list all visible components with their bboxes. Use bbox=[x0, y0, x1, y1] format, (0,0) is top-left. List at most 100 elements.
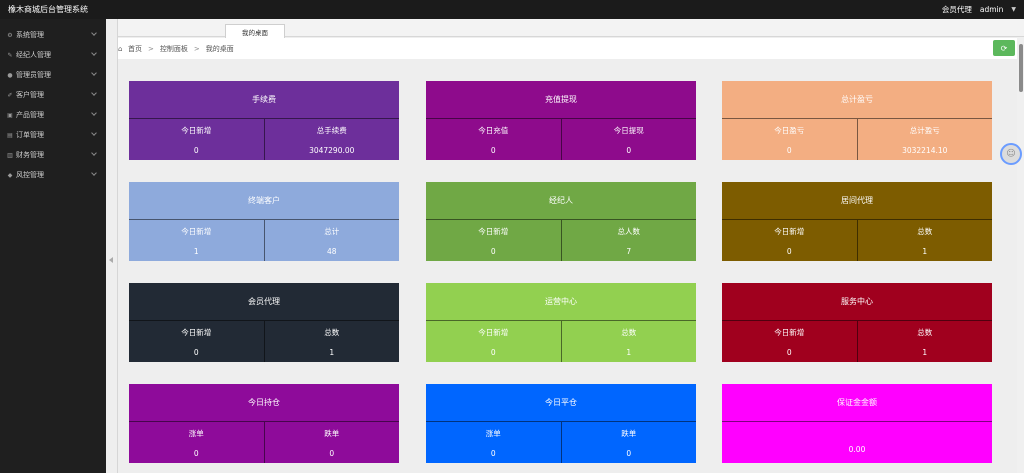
stat-card: 充值提现 今日充值 0 今日提现 0 bbox=[426, 81, 696, 160]
stat-value: 0 bbox=[786, 347, 792, 357]
stat-value: 3032214.10 bbox=[902, 145, 948, 155]
stat-card: 终端客户 今日新增 1 总计 48 bbox=[129, 182, 399, 261]
sidebar-item[interactable]: ✎ 经纪人管理 bbox=[0, 45, 106, 65]
chevron-down-icon[interactable] bbox=[91, 90, 97, 96]
stat-label: 涨单 bbox=[188, 428, 204, 438]
stat-card-title: 运营中心 bbox=[426, 283, 696, 321]
stat-value: 0.00 bbox=[848, 445, 866, 454]
stat-label: 今日新增 bbox=[478, 327, 509, 337]
stat-column: 总数 1 bbox=[263, 321, 400, 362]
stat-column: 今日新增 0 bbox=[722, 321, 857, 362]
stat-column: 今日新增 0 bbox=[129, 119, 264, 160]
stat-column: 总手续费 3047290.00 bbox=[263, 119, 400, 160]
dashboard-content: 手续费 今日新增 0 总手续费 3047290.00 充值提现 今日充值 0 今日提现 0 总计盈亏… bbox=[118, 59, 1017, 473]
stat-label: 总数 bbox=[917, 226, 933, 236]
stat-value: 0 bbox=[490, 448, 496, 458]
scrollbar-track[interactable] bbox=[1017, 37, 1024, 473]
scrollbar-thumb[interactable] bbox=[1019, 44, 1023, 92]
app-title: 橡木商城后台管理系统 bbox=[8, 5, 88, 14]
stat-value: 3047290.00 bbox=[309, 145, 355, 155]
sidebar-item[interactable]: ▥ 财务管理 bbox=[0, 145, 106, 165]
stat-card-title: 今日持仓 bbox=[129, 384, 399, 422]
stat-column: 涨单 0 bbox=[129, 422, 264, 463]
tab-my-desktop[interactable]: 我的桌面 bbox=[225, 24, 285, 38]
stat-label: 今日盈亏 bbox=[774, 125, 805, 135]
sidebar-item[interactable]: ◆ 风控管理 bbox=[0, 165, 106, 185]
stat-value: 0 bbox=[490, 246, 496, 256]
stat-label: 今日新增 bbox=[478, 226, 509, 236]
stat-card: 总计盈亏 今日盈亏 0 总计盈亏 3032214.10 bbox=[722, 81, 992, 160]
sidebar-item[interactable]: ● 管理员管理 bbox=[0, 65, 106, 85]
stat-column: 今日盈亏 0 bbox=[722, 119, 857, 160]
stat-label: 总数 bbox=[917, 327, 933, 337]
refresh-icon: ⟳ bbox=[1000, 43, 1008, 53]
stat-label: 跌单 bbox=[324, 428, 340, 438]
stat-card: 保证金金额 0.00 bbox=[722, 384, 992, 463]
chevron-down-icon[interactable] bbox=[91, 70, 97, 76]
stat-label: 总人数 bbox=[617, 226, 641, 236]
stat-card-title: 总计盈亏 bbox=[722, 81, 992, 119]
stat-value: 0 bbox=[193, 145, 199, 155]
sidebar-item-label: 客户管理 bbox=[16, 91, 44, 99]
sidebar-item[interactable]: ▤ 订单管理 bbox=[0, 125, 106, 145]
user-menu[interactable]: 会员代理 admin ▼ bbox=[942, 4, 1016, 15]
stat-label: 总计 bbox=[324, 226, 340, 236]
stat-value: 0 bbox=[329, 448, 335, 458]
gear-icon: ⚙ bbox=[7, 31, 13, 39]
stat-label: 今日新增 bbox=[774, 226, 805, 236]
book-icon: ▥ bbox=[7, 151, 13, 159]
stat-column: 总数 1 bbox=[856, 321, 993, 362]
breadcrumb-current: 我的桌面 bbox=[205, 44, 234, 53]
stat-card: 会员代理今日新增 0 总数 1 bbox=[129, 283, 399, 362]
breadcrumb-control-panel[interactable]: 控制面板 bbox=[160, 44, 188, 54]
stat-card: 服务中心 今日新增 0 总数 1 bbox=[722, 283, 992, 362]
sidebar-item-label: 风控管理 bbox=[16, 171, 44, 179]
sidebar-item-label: 系统管理 bbox=[16, 31, 44, 39]
stat-card: 居间代理 今日新增 0 总数 1 bbox=[722, 182, 992, 261]
stat-value: 0 bbox=[626, 448, 632, 458]
stat-value: 0 bbox=[626, 145, 632, 155]
stat-value: 0 bbox=[193, 347, 199, 357]
stat-value: 1 bbox=[922, 246, 928, 256]
stat-value: 48 bbox=[326, 246, 337, 256]
stat-card-title: 今日平仓 bbox=[426, 384, 696, 422]
stat-card: 经纪人 今日新增 0 总人数 7 bbox=[426, 182, 696, 261]
chevron-down-icon[interactable] bbox=[91, 130, 97, 136]
support-avatar[interactable]: ☺ bbox=[1000, 143, 1022, 165]
chevron-down-icon[interactable] bbox=[91, 150, 97, 156]
sidebar-item-label: 管理员管理 bbox=[16, 71, 51, 79]
stat-column: 总计盈亏 3032214.10 bbox=[856, 119, 993, 160]
sidebar-item[interactable]: ⚙ 系统管理 bbox=[0, 25, 106, 45]
chevron-down-icon[interactable] bbox=[91, 30, 97, 36]
sidebar-collapse-strip[interactable] bbox=[106, 19, 118, 473]
stat-column: 今日新增 0 bbox=[426, 220, 561, 261]
stat-column: 总数 1 bbox=[856, 220, 993, 261]
chevron-down-icon[interactable] bbox=[91, 110, 97, 116]
stat-label: 今日新增 bbox=[181, 327, 212, 337]
refresh-button[interactable]: ⟳ bbox=[993, 40, 1015, 56]
breadcrumb-separator: > bbox=[193, 44, 200, 53]
sidebar-item-label: 产品管理 bbox=[16, 111, 44, 119]
stat-card-title: 保证金金额 bbox=[722, 384, 992, 422]
user-name[interactable]: admin bbox=[980, 5, 1004, 14]
stat-card: 今日平仓 涨单 0 跌单 0 bbox=[426, 384, 696, 463]
stat-label: 总数 bbox=[324, 327, 340, 337]
stat-card-title: 经纪人 bbox=[426, 182, 696, 220]
chevron-down-icon[interactable]: ▼ bbox=[1011, 6, 1016, 13]
chevron-down-icon[interactable] bbox=[91, 170, 97, 176]
sidebar-item[interactable]: ✐ 客户管理 bbox=[0, 85, 106, 105]
stat-column: 跌单 0 bbox=[263, 422, 400, 463]
stat-card-title: 充值提现 bbox=[426, 81, 696, 119]
stat-card-title: 居间代理 bbox=[722, 182, 992, 220]
stat-label: 总数 bbox=[621, 327, 637, 337]
chevron-down-icon[interactable] bbox=[91, 50, 97, 56]
stat-card-title: 会员代理 bbox=[129, 283, 399, 321]
stat-card: 运营中心 今日新增 0 总数 1 bbox=[426, 283, 696, 362]
tab-strip: 我的桌面 bbox=[118, 19, 1024, 38]
stat-column: 今日新增 1 bbox=[129, 220, 264, 261]
cart-icon: ▣ bbox=[7, 111, 13, 119]
stat-label: 今日新增 bbox=[181, 125, 212, 135]
collapse-arrow-icon[interactable] bbox=[109, 257, 113, 263]
breadcrumb-home[interactable]: 首页 bbox=[128, 44, 142, 54]
sidebar-item[interactable]: ▣ 产品管理 bbox=[0, 105, 106, 125]
